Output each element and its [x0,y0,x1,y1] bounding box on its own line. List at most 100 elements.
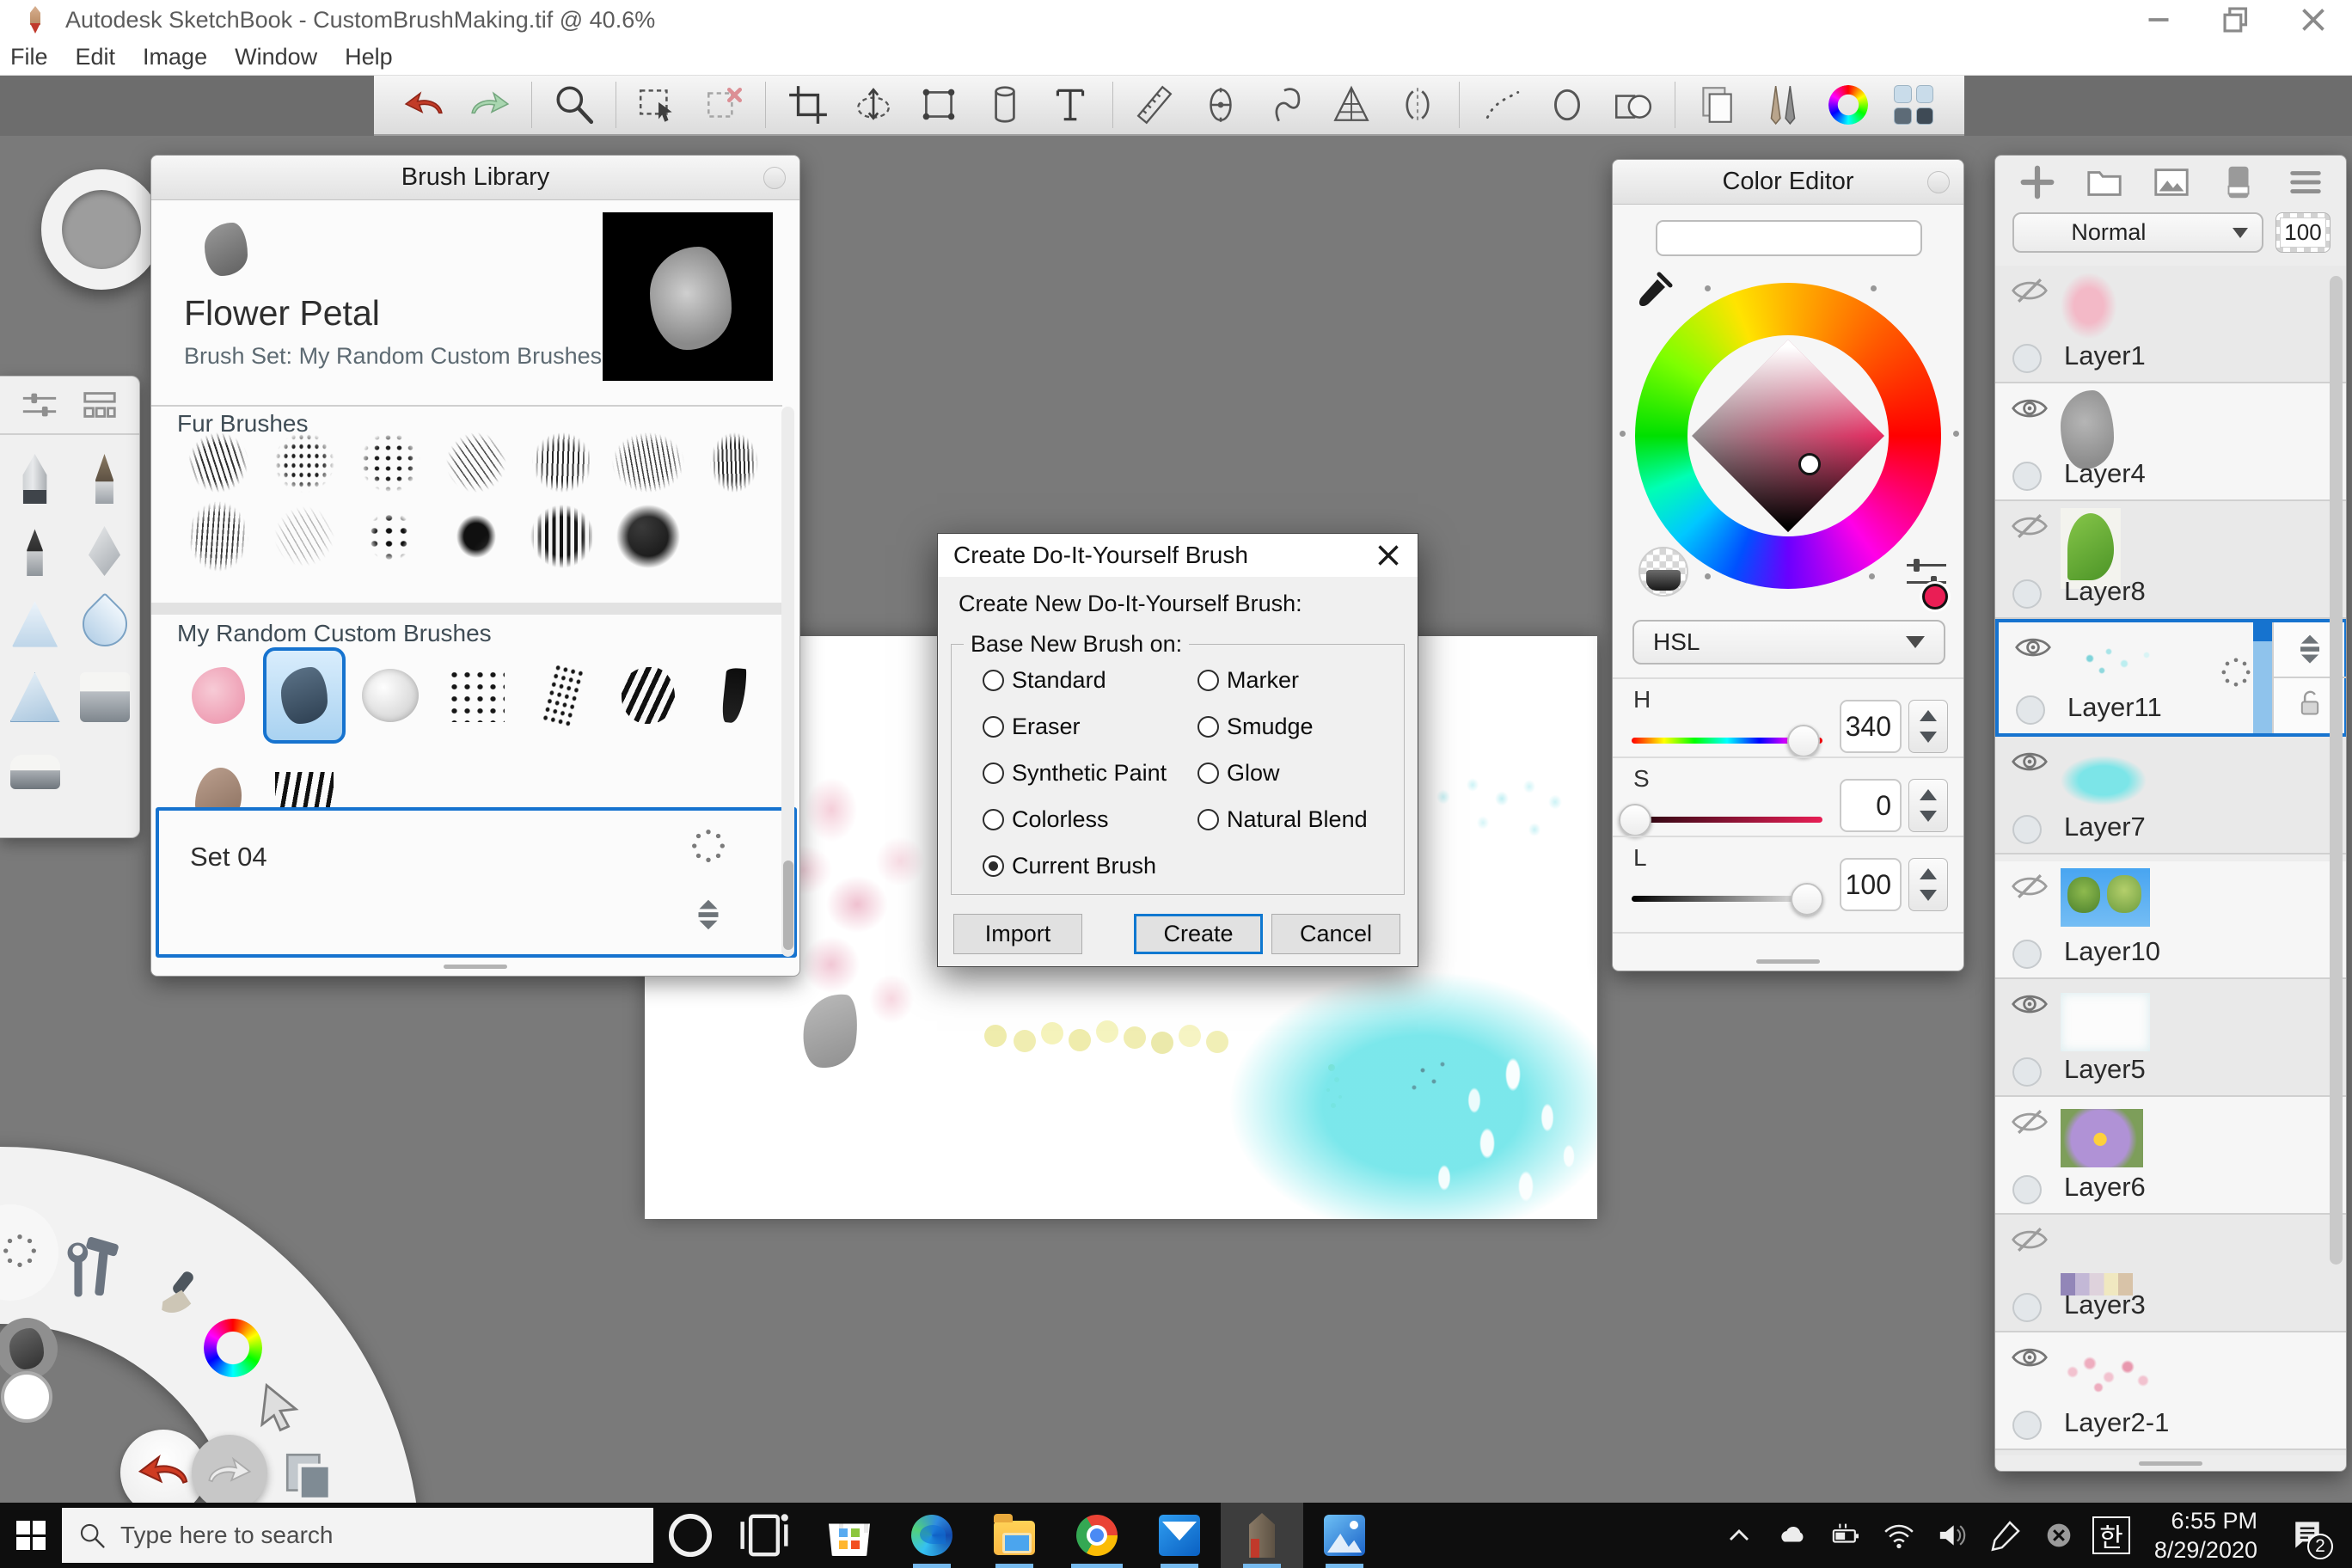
layer-color-tag[interactable] [2016,695,2045,725]
radio-option-natural-blend[interactable]: Natural Blend [1197,806,1387,833]
custom-brush-orb[interactable] [349,647,432,744]
layer-color-tag[interactable] [2012,579,2042,609]
chevron-up-icon[interactable] [1712,1503,1766,1568]
taskbar-clock[interactable]: 6:55 PM 8/29/2020 [2139,1506,2273,1565]
eye-icon[interactable] [2011,991,2049,1017]
eye-icon[interactable] [2011,395,2049,421]
brush-set-04[interactable]: Set 04 [156,807,797,958]
restore-button[interactable] [2197,0,2275,40]
hue-value[interactable]: 340 [1840,700,1902,753]
symmetry-icon[interactable] [1393,81,1442,129]
brush-lagoon-icon[interactable] [142,1268,209,1335]
custom-brush-bluepetal-selected[interactable] [263,647,346,744]
saturation-spinner[interactable] [1908,779,1948,832]
taskbar-app-sketchbook[interactable] [1221,1503,1303,1568]
search-input[interactable]: Type here to search [62,1508,653,1563]
color-lagoon-icon[interactable] [204,1319,262,1377]
radio-option-standard[interactable]: Standard [983,667,1197,694]
color-name-input[interactable] [1656,220,1922,256]
onedrive-icon[interactable] [1766,1503,1819,1568]
shapes-icon[interactable] [1608,81,1657,129]
eraser-lid-tool[interactable] [9,755,60,789]
polyline-icon[interactable] [1478,81,1526,129]
panel-resize-handle[interactable] [2139,1461,2202,1466]
layer-row-layer7[interactable]: Layer7 [1995,737,2346,854]
layer-color-tag[interactable] [2012,1175,2042,1204]
layer-color-tag[interactable] [2012,344,2042,373]
fur-brush-thumb-darkcircle[interactable] [616,505,680,568]
fur-brush-thumb-stripecircle[interactable] [530,505,594,568]
radio-option-current-brush[interactable]: Current Brush [983,853,1197,879]
tools-icon[interactable] [62,1234,134,1306]
cursor-lagoon-icon[interactable] [250,1378,309,1436]
menu-image[interactable]: Image [129,44,221,70]
menu-help[interactable]: Help [331,44,407,70]
taskbar-app-chrome[interactable] [1056,1503,1138,1568]
eye-icon[interactable] [2014,634,2052,660]
deselect-icon[interactable] [700,81,748,129]
radio-option-glow[interactable]: Glow [1197,760,1387,787]
taskbar-app-store[interactable] [808,1503,891,1568]
fur-brush-thumb-sparsedots[interactable] [367,511,413,561]
pen-icon[interactable] [1979,1503,2032,1568]
layer-row-layer1[interactable]: Layer1 [1995,266,2346,383]
sl-marker[interactable] [1798,453,1821,475]
radio-option-smudge[interactable]: Smudge [1197,714,1387,740]
eyedropper-icon[interactable] [1633,270,1675,311]
taskbar-app-photos[interactable] [1303,1503,1386,1568]
create-button[interactable]: Create [1134,914,1263,954]
saturation-value[interactable]: 0 [1840,779,1902,832]
blend-mode-select[interactable]: Normal [2012,212,2263,253]
lagoon-dotted-circle-icon[interactable] [0,1231,40,1271]
color-mode-select[interactable]: HSL [1632,620,1945,665]
taskbar-app-mail[interactable] [1138,1503,1221,1568]
fur-brush-thumb-dots[interactable] [360,432,420,493]
paintbrush-tool[interactable] [95,454,113,504]
fur-brush-thumb-darksq[interactable] [456,515,496,558]
crop-icon[interactable] [784,81,832,129]
unlock-icon[interactable] [2293,686,2327,726]
custom-brush-bw[interactable] [607,647,689,744]
ellipse-guide-icon[interactable] [1197,81,1245,129]
add-image-icon[interactable] [2152,162,2191,202]
distort-icon[interactable] [915,81,963,129]
ime-icon[interactable]: 한 [2092,1516,2130,1554]
saturation-slider[interactable] [1619,803,1822,836]
panel-resize-handle[interactable] [444,965,507,969]
custom-brush-speck[interactable] [521,647,603,744]
set-reorder-icon[interactable] [689,893,728,938]
eye-hidden-icon[interactable] [2011,1109,2049,1135]
taskbar-app-explorer[interactable] [973,1503,1056,1568]
menu-file[interactable]: File [0,44,62,70]
ink-pen-tool[interactable] [88,526,121,576]
close-button[interactable] [2275,0,2352,40]
fur-brush-thumb-shag[interactable] [612,432,684,493]
task-view-button[interactable] [727,1503,801,1568]
panel-collapse-button[interactable] [1927,171,1950,193]
pen-tool[interactable] [22,454,47,504]
transparent-color-button[interactable] [1638,547,1688,597]
color-wheel[interactable] [1635,283,1948,609]
layer-color-tag[interactable] [2012,1411,2042,1440]
layer-drag-bar[interactable] [2253,622,2272,733]
layer-row-layer8[interactable]: Layer8 [1995,501,2346,619]
brush-set-icon[interactable] [1759,81,1807,129]
hue-slider[interactable] [1632,724,1822,757]
dialog-title-bar[interactable]: Create Do-It-Yourself Brush [938,534,1418,577]
ellipse-icon[interactable] [1543,81,1591,129]
minimize-button[interactable] [2120,0,2197,40]
zoom-icon[interactable] [550,81,598,129]
canvas-lagoon-icon[interactable] [280,1446,337,1503]
quiet-hours-icon[interactable] [2032,1503,2086,1568]
radio-option-synthetic-paint[interactable]: Synthetic Paint [983,760,1197,787]
redo-icon[interactable] [466,81,514,129]
saturation-slider-thumb[interactable] [1619,803,1652,836]
fur-brush-thumb-speck[interactable] [274,432,334,493]
sliders-icon[interactable] [20,388,59,422]
layer-row-layer6[interactable]: Layer6 [1995,1097,2346,1215]
eye-hidden-icon[interactable] [2011,513,2049,539]
start-button[interactable] [0,1503,62,1568]
select-icon[interactable] [634,81,682,129]
eye-icon[interactable] [2011,749,2049,775]
hue-slider-thumb[interactable] [1786,724,1820,757]
